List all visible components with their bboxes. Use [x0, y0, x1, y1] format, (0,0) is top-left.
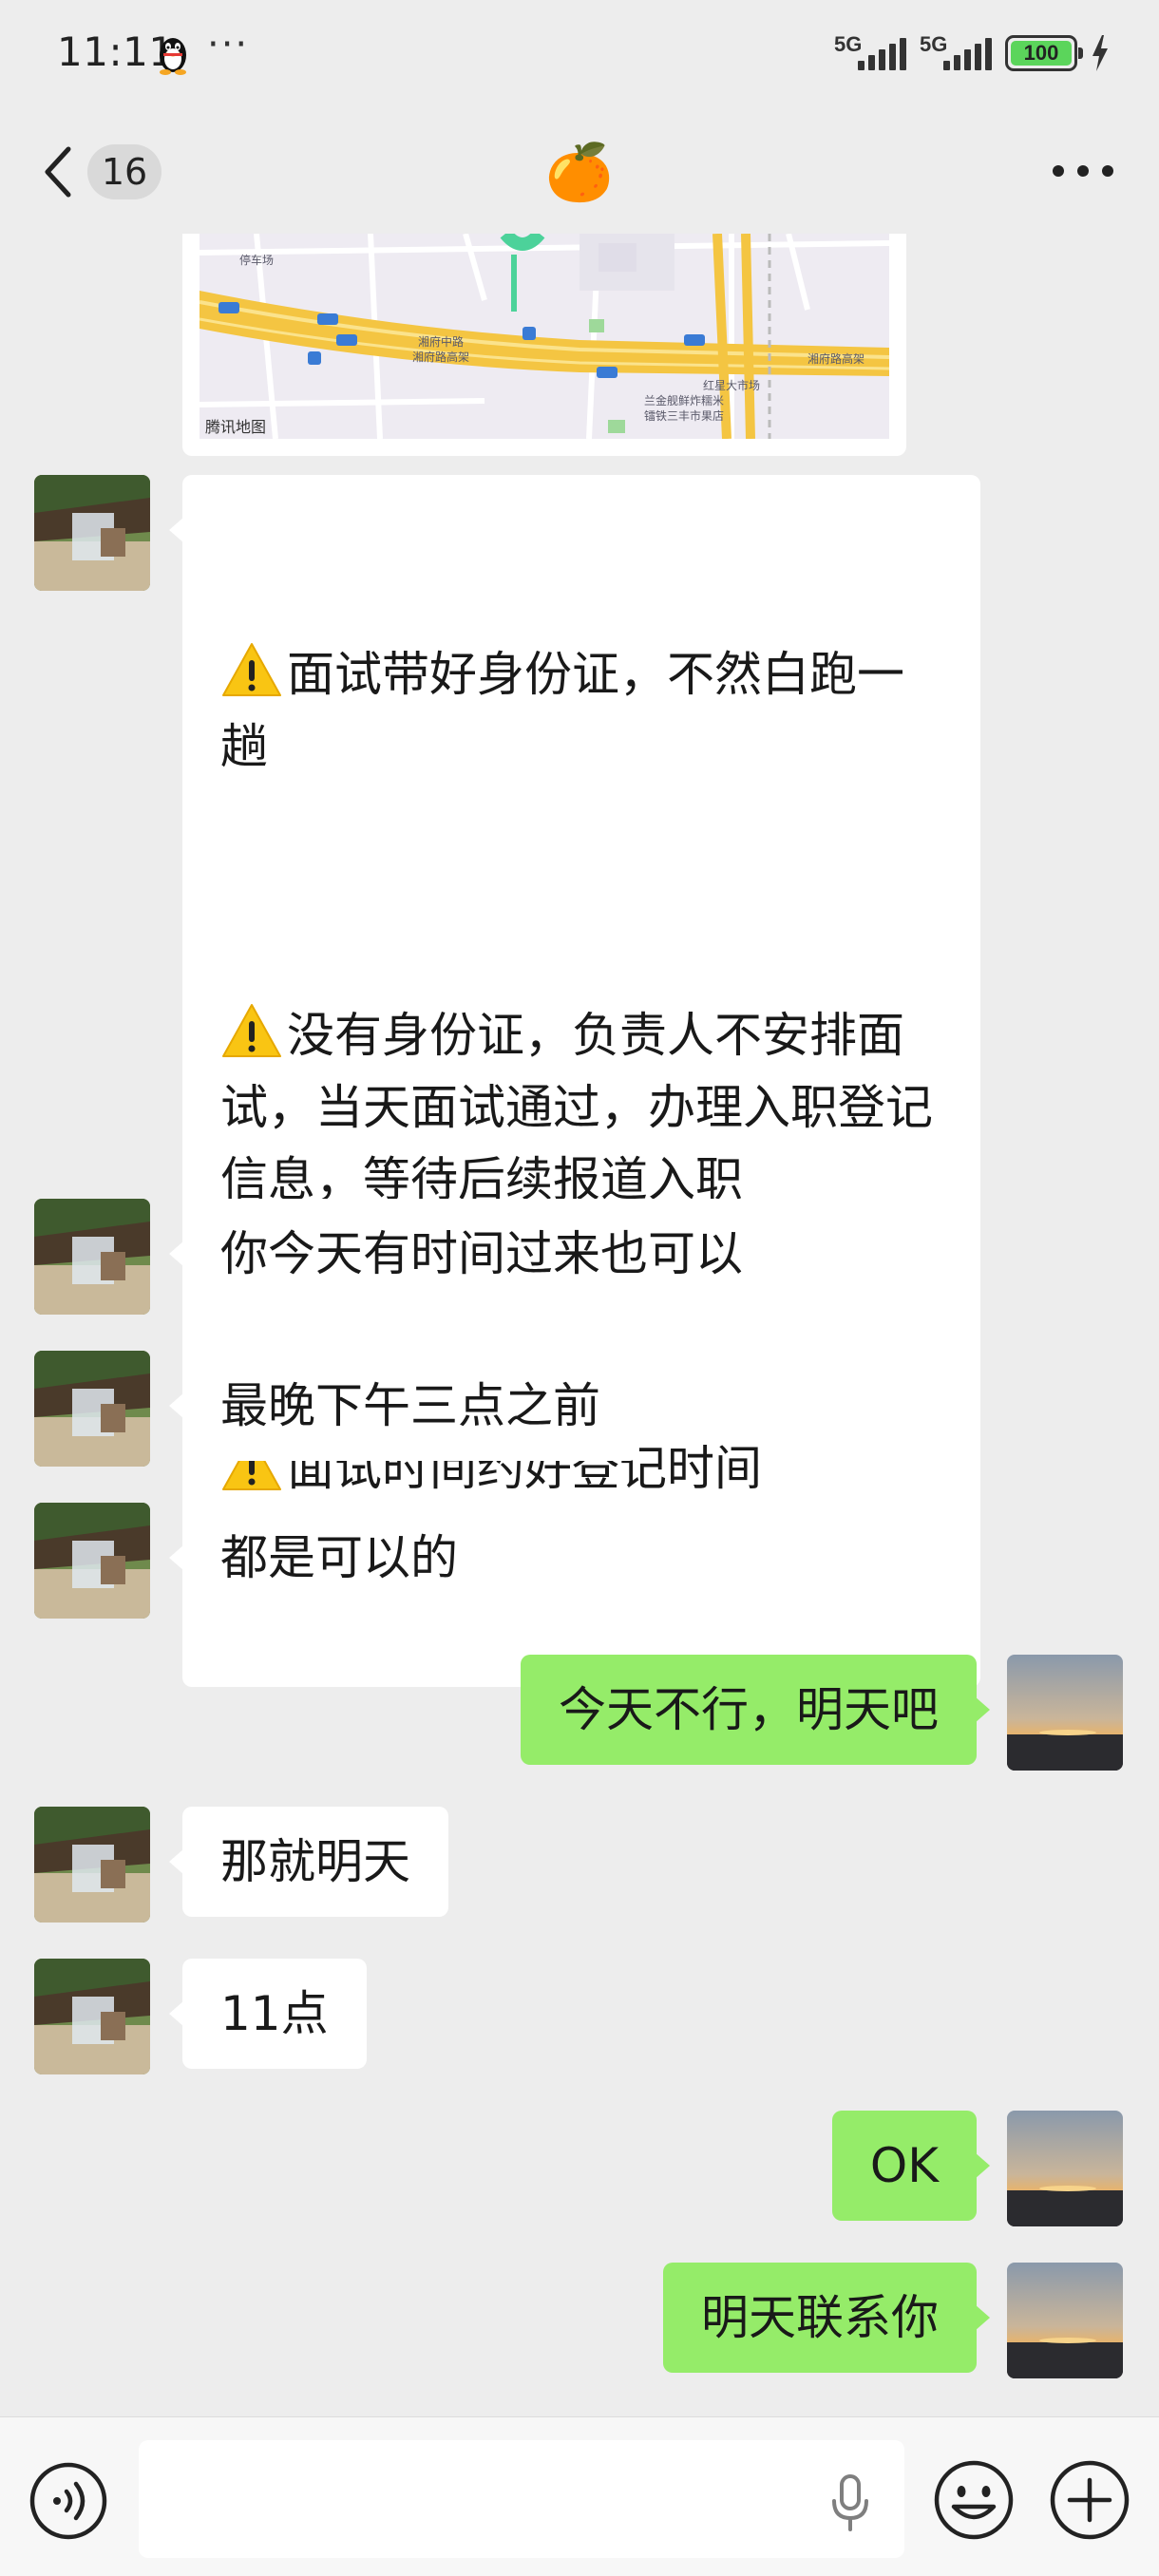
map-label: 湘府路高架 — [412, 350, 469, 364]
map-label: 湘府路高架 — [808, 351, 864, 366]
warning-icon — [222, 1004, 281, 1057]
unread-count-badge: 16 — [87, 144, 162, 199]
message-bubble-incoming[interactable]: 最晚下午三点之前 — [169, 1351, 638, 1461]
signal-icon: 5G — [834, 32, 906, 74]
message-bubble-incoming[interactable]: 你今天有时间过来也可以 — [169, 1199, 781, 1309]
voice-icon[interactable] — [28, 2461, 108, 2541]
qq-penguin-icon — [160, 38, 186, 75]
input-bar — [0, 2416, 1159, 2576]
battery-level: 100 — [1011, 41, 1072, 66]
warning-icon — [222, 643, 281, 696]
map-label: 兰金舰鲜炸糯米 — [644, 393, 724, 407]
contact-avatar[interactable] — [34, 1503, 150, 1619]
map-label: 停车场 — [239, 253, 274, 267]
contact-avatar[interactable] — [34, 1351, 150, 1467]
message-bubble-outgoing[interactable]: 今天不行，明天吧 — [521, 1655, 990, 1765]
message-bubble-incoming[interactable]: 11点 — [169, 1959, 367, 2069]
chat-title: 🍊 — [544, 140, 615, 204]
map-image: 停车场 湘府中路 湘府路高架 红星大市场 湘府路高架 兰金舰鲜炸糯米 镭铁三丰市… — [200, 234, 889, 439]
message-bubble-outgoing[interactable]: 明天联系你 — [663, 2263, 990, 2373]
chat-messages[interactable]: 停车场 湘府中路 湘府路高架 红星大市场 湘府路高架 兰金舰鲜炸糯米 镭铁三丰市… — [0, 234, 1159, 2416]
emoji-icon[interactable] — [933, 2459, 1015, 2541]
status-bar: 11:11 ··· 5G 5G 100 — [0, 0, 1159, 106]
my-avatar[interactable] — [1007, 2263, 1123, 2378]
message-bubble-incoming[interactable]: 那就明天 — [169, 1807, 448, 1917]
contact-avatar[interactable] — [34, 1959, 150, 2074]
map-graphic: 停车场 湘府中路 湘府路高架 红星大市场 湘府路高架 兰金舰鲜炸糯米 镭铁三丰市… — [200, 234, 889, 439]
map-label: 红星大市场 — [703, 378, 760, 392]
back-chevron-icon — [45, 146, 71, 198]
map-label: 镭铁三丰市果店 — [644, 408, 724, 423]
microphone-icon[interactable] — [828, 2472, 872, 2533]
more-dots-icon: ··· — [207, 23, 250, 66]
contact-avatar[interactable] — [34, 1807, 150, 1923]
contact-avatar[interactable] — [34, 1199, 150, 1315]
message-paragraph: 面试带好身份证，不然白跑一趟 — [220, 638, 942, 783]
message-bubble-incoming[interactable]: 都是可以的 — [169, 1503, 496, 1613]
location-map-card[interactable]: 停车场 湘府中路 湘府路高架 红星大市场 湘府路高架 兰金舰鲜炸糯米 镭铁三丰市… — [182, 234, 906, 456]
map-label: 湘府中路 — [418, 334, 464, 349]
plus-icon[interactable] — [1049, 2459, 1130, 2541]
map-provider-caption: 腾讯地图 — [205, 418, 267, 436]
my-avatar[interactable] — [1007, 2111, 1123, 2226]
contact-avatar[interactable] — [34, 475, 150, 591]
charging-bolt-icon — [1092, 35, 1108, 71]
message-paragraph: 没有身份证，负责人不安排面试，当天面试通过，办理入职登记信息，等待后续报道入职 — [220, 999, 942, 1216]
chat-header: 16 🍊 — [0, 106, 1159, 234]
my-avatar[interactable] — [1007, 1655, 1123, 1771]
back-button[interactable]: 16 — [40, 141, 173, 203]
battery-icon: 100 — [1005, 35, 1083, 71]
signal-icon: 5G — [920, 32, 992, 74]
message-bubble-outgoing[interactable]: OK — [831, 2111, 991, 2221]
more-icon[interactable] — [1053, 165, 1113, 180]
message-input[interactable] — [139, 2440, 904, 2558]
